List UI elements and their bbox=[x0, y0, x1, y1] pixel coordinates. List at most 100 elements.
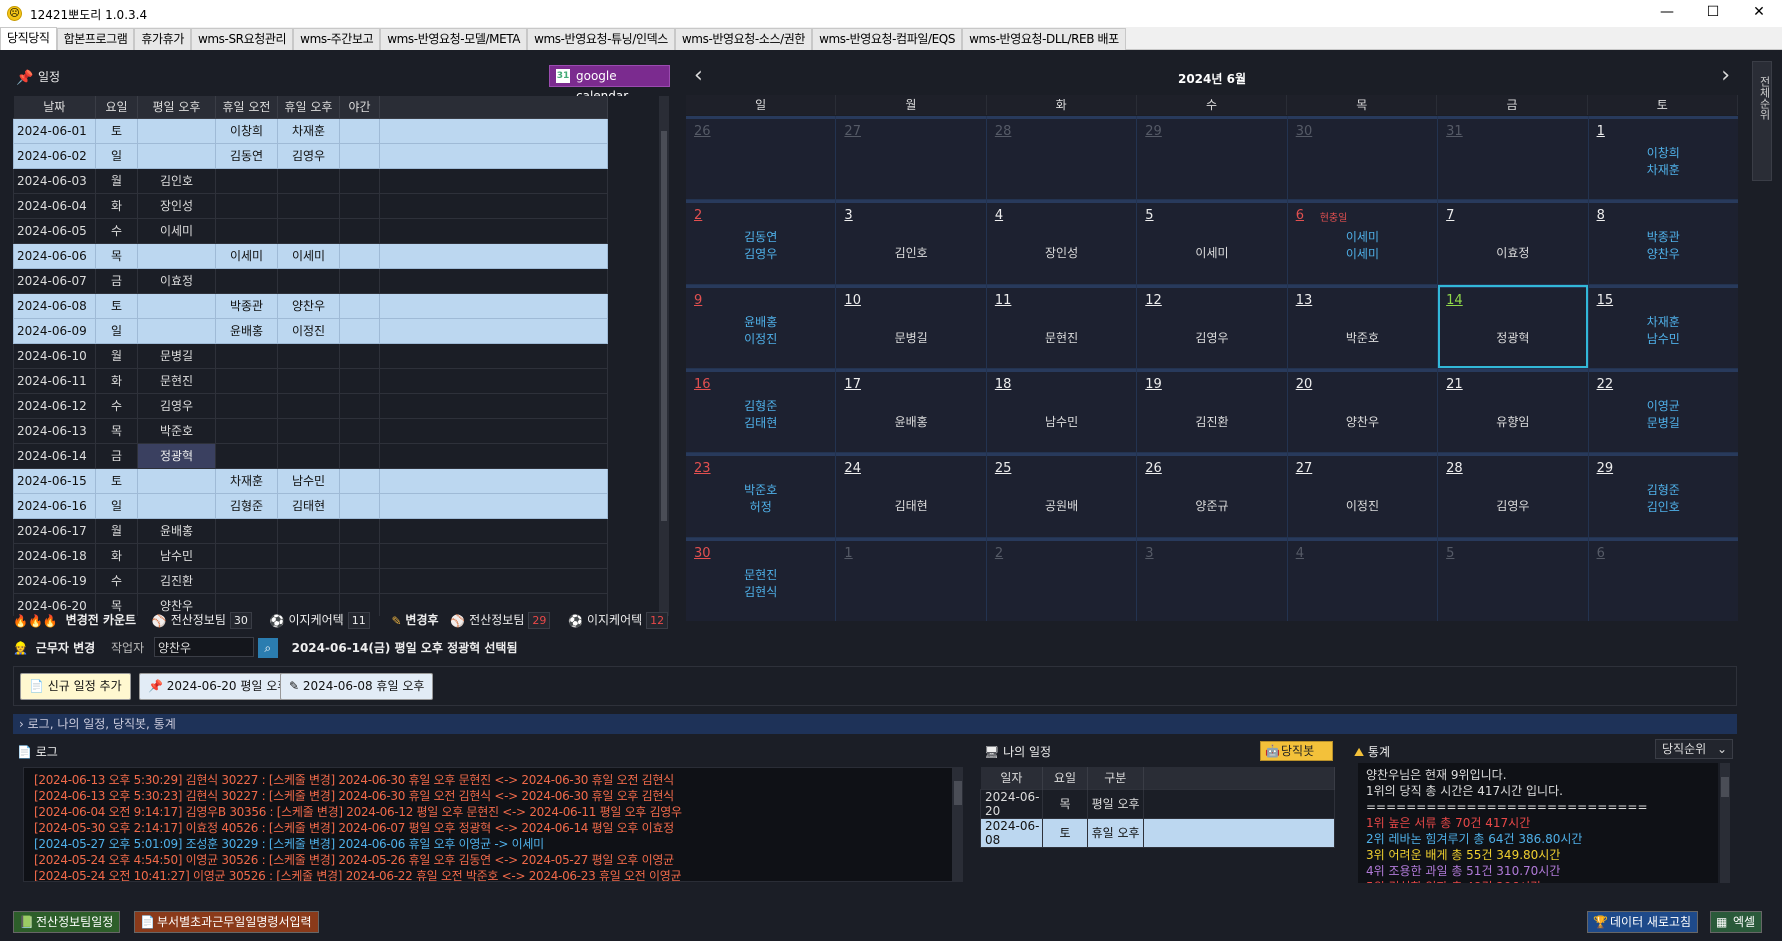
cell-wd[interactable] bbox=[137, 492, 216, 519]
tab-1[interactable]: 합본프로그램 bbox=[56, 28, 135, 50]
calendar-day[interactable]: 5 bbox=[1438, 537, 1588, 621]
cell-dow[interactable]: 금 bbox=[95, 442, 138, 469]
day-number[interactable]: 28 bbox=[1446, 461, 1463, 476]
cell-date[interactable]: 2024-06-11 bbox=[13, 367, 96, 394]
cell-ham[interactable]: 박종관 bbox=[215, 292, 278, 319]
calendar-day[interactable]: 2 bbox=[986, 537, 1137, 621]
cell-ham[interactable] bbox=[215, 342, 278, 369]
cell-night[interactable] bbox=[339, 167, 380, 194]
cell-dow[interactable]: 화 bbox=[95, 542, 138, 569]
cell-wd[interactable] bbox=[137, 142, 216, 169]
day-number[interactable]: 1 bbox=[1597, 124, 1605, 139]
cell-night[interactable] bbox=[339, 192, 380, 219]
cell-ham[interactable] bbox=[215, 567, 278, 594]
cell-hpm[interactable]: 이정진 bbox=[277, 317, 340, 344]
cell-hpm[interactable] bbox=[277, 367, 340, 394]
table-row[interactable]: 2024-06-07 금 이효정 bbox=[13, 267, 608, 294]
tab-4[interactable]: wms-주간보고 bbox=[293, 28, 381, 50]
new-schedule-button[interactable]: 📄 신규 일정 추가 bbox=[20, 673, 131, 700]
day-number[interactable]: 3 bbox=[1145, 546, 1153, 561]
calendar-day[interactable]: 28 김영우 bbox=[1438, 453, 1588, 537]
excel-button[interactable]: ▦ 엑셀 bbox=[1710, 911, 1763, 933]
cell-hpm[interactable]: 김태현 bbox=[277, 492, 340, 519]
calendar-day[interactable]: 15 차재훈 남수민 bbox=[1588, 284, 1738, 368]
cell-ham[interactable]: 김형준 bbox=[215, 492, 278, 519]
cell-wd[interactable]: 남수민 bbox=[137, 542, 216, 569]
cell-night[interactable] bbox=[339, 367, 380, 394]
table-row[interactable]: 2024-06-14 금 정광혁 bbox=[13, 442, 608, 469]
column-header[interactable]: 평일 오후 bbox=[137, 96, 216, 119]
cell-ham[interactable]: 김동연 bbox=[215, 142, 278, 169]
calendar-day[interactable]: 2 김동연 김영우 bbox=[686, 200, 836, 284]
cell-hpm[interactable]: 차재훈 bbox=[277, 117, 340, 144]
cell-hpm[interactable] bbox=[277, 442, 340, 469]
cell-night[interactable] bbox=[339, 417, 380, 444]
cell-wd[interactable]: 김영우 bbox=[137, 392, 216, 419]
details-expander[interactable]: › 로그, 나의 일정, 당직봇, 통계 bbox=[13, 714, 1737, 734]
tab-8[interactable]: wms-반영요청-컴파일/EQS bbox=[812, 28, 963, 50]
log-scroll-thumb[interactable] bbox=[954, 781, 962, 805]
cell-date[interactable]: 2024-06-18 bbox=[13, 542, 96, 569]
table-row[interactable]: 2024-06-12 수 김영우 bbox=[13, 392, 608, 419]
column-header[interactable]: 일자 bbox=[980, 767, 1044, 789]
overtime-order-button[interactable]: 📄 부서별초과근무일일명령서입력 bbox=[134, 911, 319, 933]
cell-night[interactable] bbox=[339, 392, 380, 419]
table-row[interactable]: 2024-06-01 토 이창희 차재훈 bbox=[13, 117, 608, 144]
cell-hpm[interactable] bbox=[277, 517, 340, 544]
cell-date[interactable]: 2024-06-08 bbox=[13, 292, 96, 319]
calendar-day[interactable]: 5 이세미 bbox=[1137, 200, 1287, 284]
day-number[interactable]: 6 bbox=[1296, 208, 1304, 223]
cell-wd[interactable]: 장인성 bbox=[137, 192, 216, 219]
calendar-day[interactable]: 26 양준규 bbox=[1137, 453, 1287, 537]
tab-5[interactable]: wms-반영요청-모델/META bbox=[380, 28, 528, 50]
cell-date[interactable]: 2024-06-12 bbox=[13, 392, 96, 419]
holiday-shift-button[interactable]: ✎ 2024-06-08 휴일 오후 bbox=[280, 673, 434, 700]
calendar-day[interactable]: 23 박준호 허정 bbox=[686, 453, 836, 537]
cell-ham[interactable] bbox=[215, 367, 278, 394]
day-number[interactable]: 23 bbox=[694, 461, 711, 476]
ranking-side-tab[interactable]: 전체순위 bbox=[1752, 61, 1772, 181]
calendar-day[interactable]: 7 이효정 bbox=[1438, 200, 1588, 284]
table-row[interactable]: 2024-06-06 목 이세미 이세미 bbox=[13, 242, 608, 269]
cell-hpm[interactable] bbox=[277, 567, 340, 594]
cell-dow[interactable]: 화 bbox=[95, 367, 138, 394]
calendar-day[interactable]: 25 공원배 bbox=[986, 453, 1137, 537]
calendar-day[interactable]: 11 문현진 bbox=[986, 284, 1137, 368]
cell-date[interactable]: 2024-06-20 bbox=[979, 788, 1044, 819]
cell-date[interactable]: 2024-06-05 bbox=[13, 217, 96, 244]
cell-wd[interactable]: 문병길 bbox=[137, 342, 216, 369]
calendar-day[interactable]: 30 bbox=[1287, 116, 1438, 200]
cell-dow[interactable]: 화 bbox=[95, 192, 138, 219]
day-number[interactable]: 2 bbox=[995, 546, 1003, 561]
calendar-day[interactable]: 29 김형준 김인호 bbox=[1588, 453, 1738, 537]
day-number[interactable]: 4 bbox=[995, 208, 1003, 223]
calendar-day[interactable]: 20 양찬우 bbox=[1287, 369, 1438, 453]
table-row[interactable]: 2024-06-09 일 윤배홍 이정진 bbox=[13, 317, 608, 344]
day-number[interactable]: 16 bbox=[694, 377, 711, 392]
cell-ham[interactable] bbox=[215, 542, 278, 569]
cell-night[interactable] bbox=[339, 467, 380, 494]
calendar-day[interactable]: 27 bbox=[836, 116, 986, 200]
cell-wd[interactable]: 김진환 bbox=[137, 567, 216, 594]
cell-date[interactable]: 2024-06-02 bbox=[13, 142, 96, 169]
calendar-day[interactable]: 27 이정진 bbox=[1287, 453, 1438, 537]
cell-night[interactable] bbox=[339, 442, 380, 469]
minimize-button[interactable]: — bbox=[1644, 0, 1690, 27]
cell-dow[interactable]: 목 bbox=[1042, 788, 1088, 819]
table-row[interactable]: 2024-06-11 화 문현진 bbox=[13, 367, 608, 394]
cell-hpm[interactable] bbox=[277, 342, 340, 369]
calendar-day[interactable]: 18 남수민 bbox=[986, 369, 1137, 453]
day-number[interactable]: 30 bbox=[694, 546, 711, 561]
day-number[interactable]: 8 bbox=[1597, 208, 1605, 223]
cell-date[interactable]: 2024-06-01 bbox=[13, 117, 96, 144]
cell-date[interactable]: 2024-06-14 bbox=[13, 442, 96, 469]
day-number[interactable]: 6 bbox=[1597, 546, 1605, 561]
cell-wd[interactable]: 이세미 bbox=[137, 217, 216, 244]
calendar-day[interactable]: 29 bbox=[1137, 116, 1287, 200]
table-row[interactable]: 2024-06-20 목 평일 오후 bbox=[979, 788, 1336, 819]
cell-wd[interactable] bbox=[137, 292, 216, 319]
day-number[interactable]: 26 bbox=[694, 124, 711, 139]
day-number[interactable]: 18 bbox=[995, 377, 1012, 392]
day-number[interactable]: 25 bbox=[995, 461, 1012, 476]
calendar-day[interactable]: 19 김진환 bbox=[1137, 369, 1287, 453]
